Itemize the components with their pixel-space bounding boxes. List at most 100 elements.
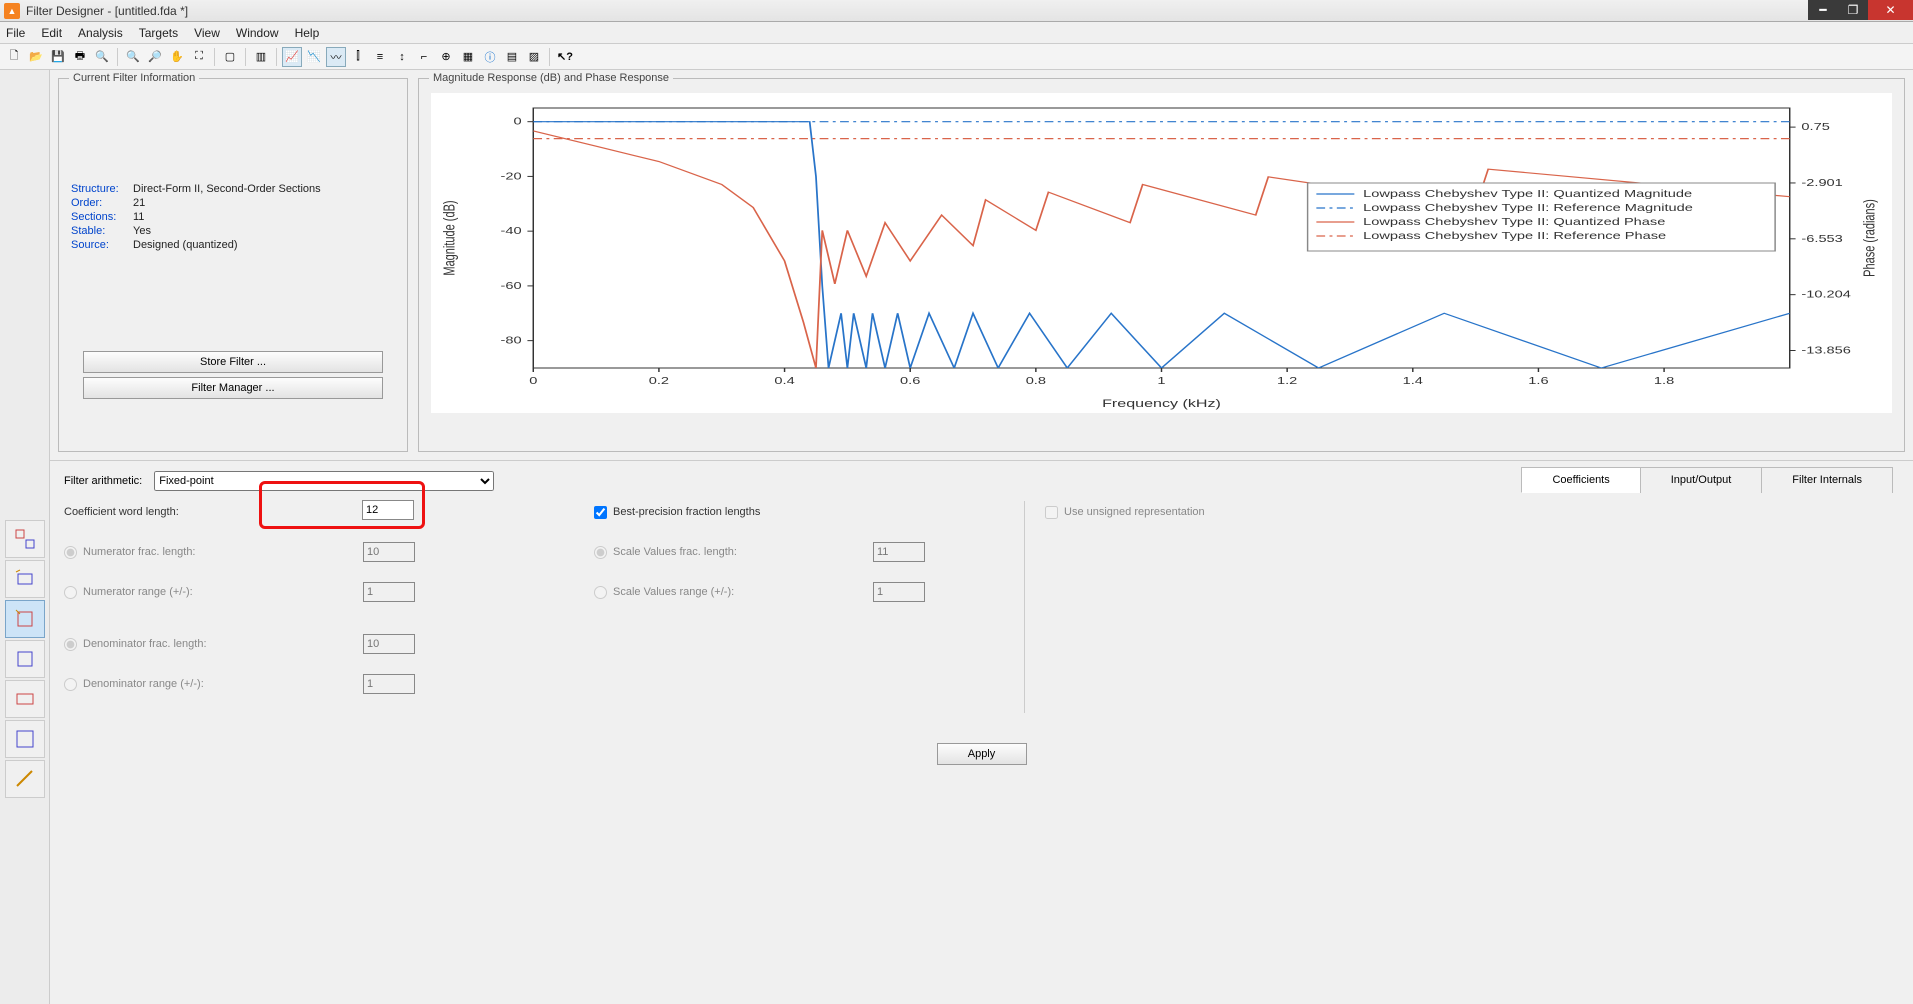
structure-value: Direct-Form II, Second-Order Sections [133,183,321,195]
maximize-button[interactable]: ❐ [1838,0,1868,20]
svg-text:1.8: 1.8 [1654,375,1674,386]
den-frac-input [363,634,415,654]
den-frac-label: Denominator frac. length: [83,638,363,650]
num-frac-radio [64,546,77,559]
svg-text:-80: -80 [500,335,521,346]
sv-range-label: Scale Values range (+/-): [613,586,873,598]
realize-model-icon[interactable] [5,640,45,678]
source-value: Designed (quantized) [133,239,238,251]
close-button[interactable]: ✕ [1868,0,1913,20]
quantize-icon[interactable] [5,600,45,638]
tab-coefficients[interactable]: Coefficients [1521,467,1640,493]
multirate-icon[interactable] [5,680,45,718]
filter-manager-button[interactable]: Filter Manager ... [83,377,383,399]
minimize-button[interactable]: ━ [1808,0,1838,20]
apply-button[interactable]: Apply [937,743,1027,765]
svg-text:Lowpass Chebyshev Type II: Ref: Lowpass Chebyshev Type II: Reference Mag… [1363,202,1693,213]
menu-file[interactable]: File [6,26,25,40]
mag-resp-icon[interactable]: 📈 [282,47,302,67]
den-range-radio [64,678,77,691]
svg-text:0.2: 0.2 [649,375,669,386]
highlight-box [259,481,425,529]
print-icon[interactable]: 🖶 [70,47,90,67]
menu-edit[interactable]: Edit [41,26,62,40]
svg-text:1.6: 1.6 [1528,375,1548,386]
svg-text:-20: -20 [500,171,521,182]
menu-targets[interactable]: Targets [139,26,178,40]
new-icon[interactable]: 🗋 [4,47,24,67]
svg-text:1: 1 [1157,375,1165,386]
best-precision-checkbox[interactable] [594,506,607,519]
full-view-icon[interactable]: ▢ [220,47,240,67]
transform-icon[interactable] [5,720,45,758]
menu-bar: File Edit Analysis Targets View Window H… [0,22,1913,44]
open-icon[interactable]: 📂 [26,47,46,67]
quantization-panel: Filter arithmetic: Fixed-point Coefficie… [50,460,1913,1004]
best-precision-label: Best-precision fraction lengths [613,506,760,518]
stable-value: Yes [133,225,151,237]
svg-text:-40: -40 [500,225,521,236]
store-filter-button[interactable]: Store Filter ... [83,351,383,373]
svg-text:0.6: 0.6 [900,375,920,386]
window-title: Filter Designer - [untitled.fda *] [26,4,1909,18]
tab-input-output[interactable]: Input/Output [1640,467,1763,493]
num-range-input [363,582,415,602]
filter-info-title: Current Filter Information [69,72,199,84]
coef-icon[interactable]: ▦ [458,47,478,67]
order-label: Order: [71,197,133,209]
mag-phase-icon[interactable]: 〰 [326,47,346,67]
app-icon: ▲ [4,3,20,19]
order-value: 21 [133,197,145,209]
source-label: Source: [71,239,133,251]
filter-info-panel: Current Filter Information Structure:Dir… [58,78,408,452]
sections-label: Sections: [71,211,133,223]
set-quant-icon[interactable] [5,760,45,798]
svg-text:Frequency (kHz): Frequency (kHz) [1102,397,1221,409]
phase-resp-icon[interactable]: 📉 [304,47,324,67]
tab-filter-internals[interactable]: Filter Internals [1761,467,1893,493]
sv-frac-radio [594,546,607,559]
side-toolbar [0,70,50,1004]
restore-view-icon[interactable]: ⛶ [189,47,209,67]
impulse-resp-icon[interactable]: ↕ [392,47,412,67]
pan-icon[interactable]: ✋ [167,47,187,67]
print-preview-icon[interactable]: 🔍 [92,47,112,67]
sv-range-input [873,582,925,602]
menu-help[interactable]: Help [295,26,320,40]
plot-title: Magnitude Response (dB) and Phase Respon… [429,72,673,84]
svg-text:-6.553: -6.553 [1801,233,1842,244]
svg-text:-60: -60 [500,280,521,291]
zoom-in-icon[interactable]: 🔍 [123,47,143,67]
save-icon[interactable]: 💾 [48,47,68,67]
menu-view[interactable]: View [194,26,220,40]
sv-frac-label: Scale Values frac. length: [613,546,873,558]
title-bar: ▲ Filter Designer - [untitled.fda *] ━ ❐… [0,0,1913,22]
info-icon[interactable]: ⓘ [480,47,500,67]
svg-text:-2.901: -2.901 [1801,177,1842,188]
menu-analysis[interactable]: Analysis [78,26,123,40]
plot-area: 00.20.40.60.811.21.41.61.80-20-40-60-800… [431,93,1892,413]
zoom-out-icon[interactable]: 🔎 [145,47,165,67]
svg-text:Lowpass Chebyshev Type II: Qua: Lowpass Chebyshev Type II: Quantized Mag… [1363,188,1692,199]
svg-text:Phase (radians): Phase (radians) [1860,199,1878,277]
help-icon[interactable]: ↖? [555,47,575,67]
filter-specs-icon[interactable]: ▥ [251,47,271,67]
den-range-input [363,674,415,694]
num-frac-label: Numerator frac. length: [83,546,363,558]
sections-value: 11 [133,211,144,223]
design-filter-icon[interactable] [5,520,45,558]
svg-text:-10.204: -10.204 [1801,289,1851,300]
phase-delay-icon[interactable]: ≡ [370,47,390,67]
group-delay-icon[interactable]: ⫿ [348,47,368,67]
word-length-input[interactable] [362,500,414,520]
mag-resp-est-icon[interactable]: ▤ [502,47,522,67]
svg-text:1.2: 1.2 [1277,375,1297,386]
step-resp-icon[interactable]: ⌐ [414,47,434,67]
pole-zero-icon[interactable]: ⊕ [436,47,456,67]
import-filter-icon[interactable] [5,560,45,598]
menu-window[interactable]: Window [236,26,279,40]
round-off-icon[interactable]: ▨ [524,47,544,67]
unsigned-checkbox [1045,506,1058,519]
svg-text:Lowpass Chebyshev Type II: Qua: Lowpass Chebyshev Type II: Quantized Pha… [1363,216,1665,227]
stable-label: Stable: [71,225,133,237]
